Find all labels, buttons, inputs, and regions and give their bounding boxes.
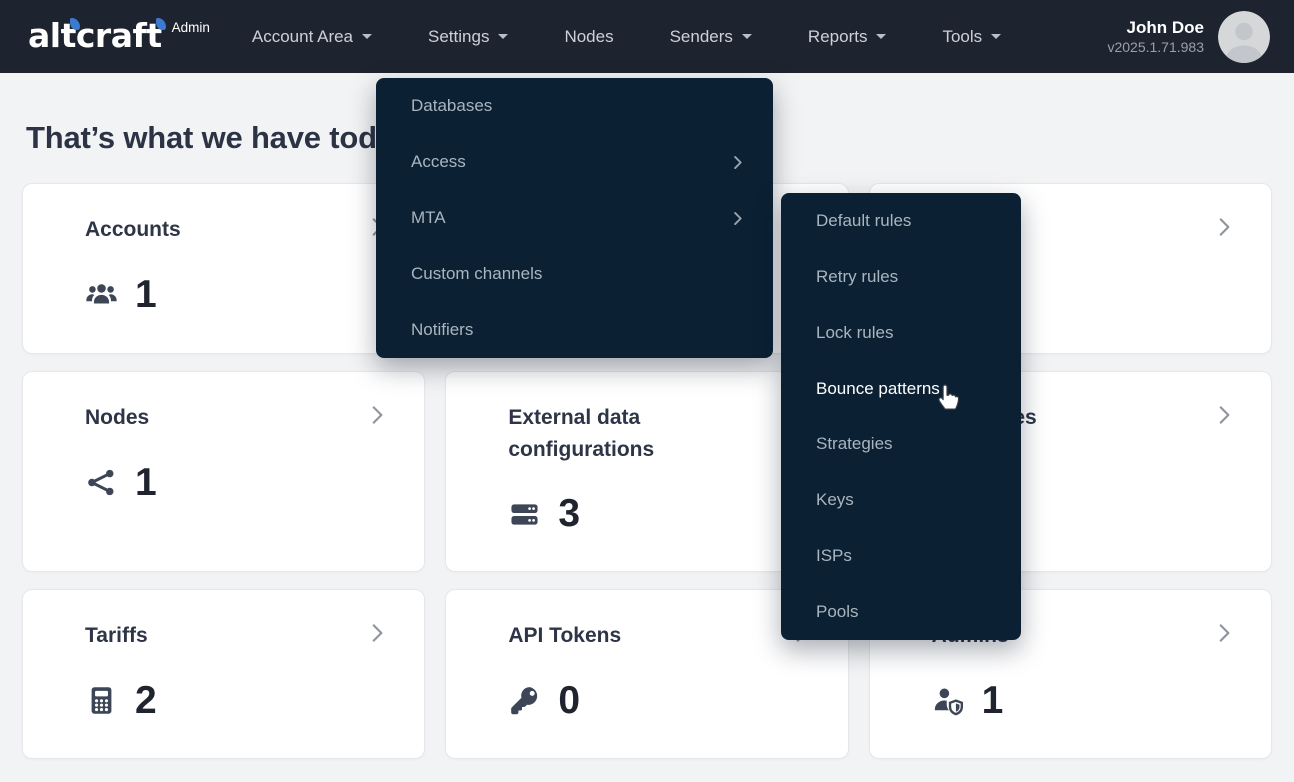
menu-item-isps[interactable]: ISPs (781, 528, 1021, 584)
nav-label: Settings (428, 27, 489, 47)
chevron-right-icon (364, 402, 390, 428)
menu-item-bounce-patterns[interactable]: Bounce patterns (781, 361, 1021, 417)
nav-item-senders[interactable]: Senders (670, 0, 752, 73)
card-title: Tariffs (85, 620, 320, 652)
card-count: 1 (135, 273, 157, 317)
nav-item-reports[interactable]: Reports (808, 0, 887, 73)
chevron-right-icon (728, 209, 747, 228)
server-icon (508, 498, 541, 531)
logo-accent-t: t (61, 18, 76, 54)
user-menu[interactable]: John Doe v2025.1.71.983 (1107, 11, 1270, 63)
chevron-right-icon (1211, 620, 1237, 646)
nav-item-account-area[interactable]: Account Area (252, 0, 372, 73)
menu-item-label: Retry rules (816, 267, 898, 287)
key-icon (508, 684, 541, 717)
nav-item-settings[interactable]: Settings (428, 0, 508, 73)
menu-item-access[interactable]: Access (376, 134, 773, 190)
chevron-right-icon (364, 620, 390, 646)
main-navigation: Account Area Settings Nodes Senders Repo… (252, 0, 1001, 73)
calculator-icon (85, 684, 118, 717)
chevron-right-icon (1211, 214, 1237, 240)
caret-down-icon (362, 34, 372, 39)
card-tariffs[interactable]: Tariffs 2 (22, 589, 425, 759)
menu-item-label: Strategies (816, 434, 893, 454)
avatar[interactable] (1218, 11, 1270, 63)
top-navbar: altcraft Admin Account Area Settings Nod… (0, 0, 1294, 73)
logo-text: altcraft (28, 18, 162, 54)
menu-item-default-rules[interactable]: Default rules (781, 193, 1021, 249)
logo-accent-t: t (146, 18, 161, 54)
nav-item-tools[interactable]: Tools (942, 0, 1001, 73)
avatar-person-icon (1218, 11, 1270, 63)
nav-label: Nodes (564, 27, 613, 47)
caret-down-icon (498, 34, 508, 39)
card-title: API Tokens (508, 620, 743, 652)
caret-down-icon (991, 34, 1001, 39)
menu-item-label: Custom channels (411, 264, 542, 284)
user-name: John Doe (1107, 17, 1204, 38)
nav-item-nodes[interactable]: Nodes (564, 0, 613, 73)
menu-item-label: Pools (816, 602, 859, 622)
app-version: v2025.1.71.983 (1107, 38, 1204, 56)
card-title: Accounts (85, 214, 320, 246)
users-group-icon (85, 278, 118, 311)
nav-label: Tools (942, 27, 982, 47)
nav-label: Reports (808, 27, 868, 47)
menu-item-label: Bounce patterns (816, 379, 940, 399)
menu-item-notifiers[interactable]: Notifiers (376, 302, 773, 358)
menu-item-keys[interactable]: Keys (781, 472, 1021, 528)
chevron-right-icon (728, 153, 747, 172)
menu-item-mta[interactable]: MTA (376, 190, 773, 246)
menu-item-label: MTA (411, 208, 446, 228)
card-count: 3 (558, 492, 580, 536)
menu-item-label: Access (411, 152, 466, 172)
menu-item-retry-rules[interactable]: Retry rules (781, 249, 1021, 305)
menu-item-label: Keys (816, 490, 854, 510)
menu-item-databases[interactable]: Databases (376, 78, 773, 134)
chevron-right-icon (1211, 402, 1237, 428)
card-accounts[interactable]: Accounts 1 (22, 183, 425, 354)
card-count: 1 (135, 461, 157, 505)
menu-item-label: Databases (411, 96, 492, 116)
menu-item-label: Lock rules (816, 323, 893, 343)
card-count: 2 (135, 679, 157, 723)
menu-item-label: ISPs (816, 546, 852, 566)
nav-label: Account Area (252, 27, 353, 47)
settings-dropdown-menu: Databases Access MTA Custom channels Not… (376, 78, 773, 358)
card-count: 0 (558, 679, 580, 723)
altcraft-logo[interactable]: altcraft Admin (28, 18, 210, 54)
menu-item-label: Default rules (816, 211, 911, 231)
caret-down-icon (742, 34, 752, 39)
card-title: External data configurations (508, 402, 743, 465)
admin-badge: Admin (172, 20, 210, 35)
card-count: 1 (982, 679, 1004, 723)
menu-item-label: Notifiers (411, 320, 473, 340)
menu-item-lock-rules[interactable]: Lock rules (781, 305, 1021, 361)
menu-item-custom-channels[interactable]: Custom channels (376, 246, 773, 302)
mta-submenu: Default rules Retry rules Lock rules Bou… (781, 193, 1021, 640)
nav-label: Senders (670, 27, 733, 47)
share-nodes-icon (85, 466, 118, 499)
menu-item-pools[interactable]: Pools (781, 584, 1021, 640)
card-nodes[interactable]: Nodes 1 (22, 371, 425, 572)
menu-item-strategies[interactable]: Strategies (781, 417, 1021, 473)
caret-down-icon (876, 34, 886, 39)
card-title: Nodes (85, 402, 320, 434)
user-shield-icon (932, 684, 965, 717)
